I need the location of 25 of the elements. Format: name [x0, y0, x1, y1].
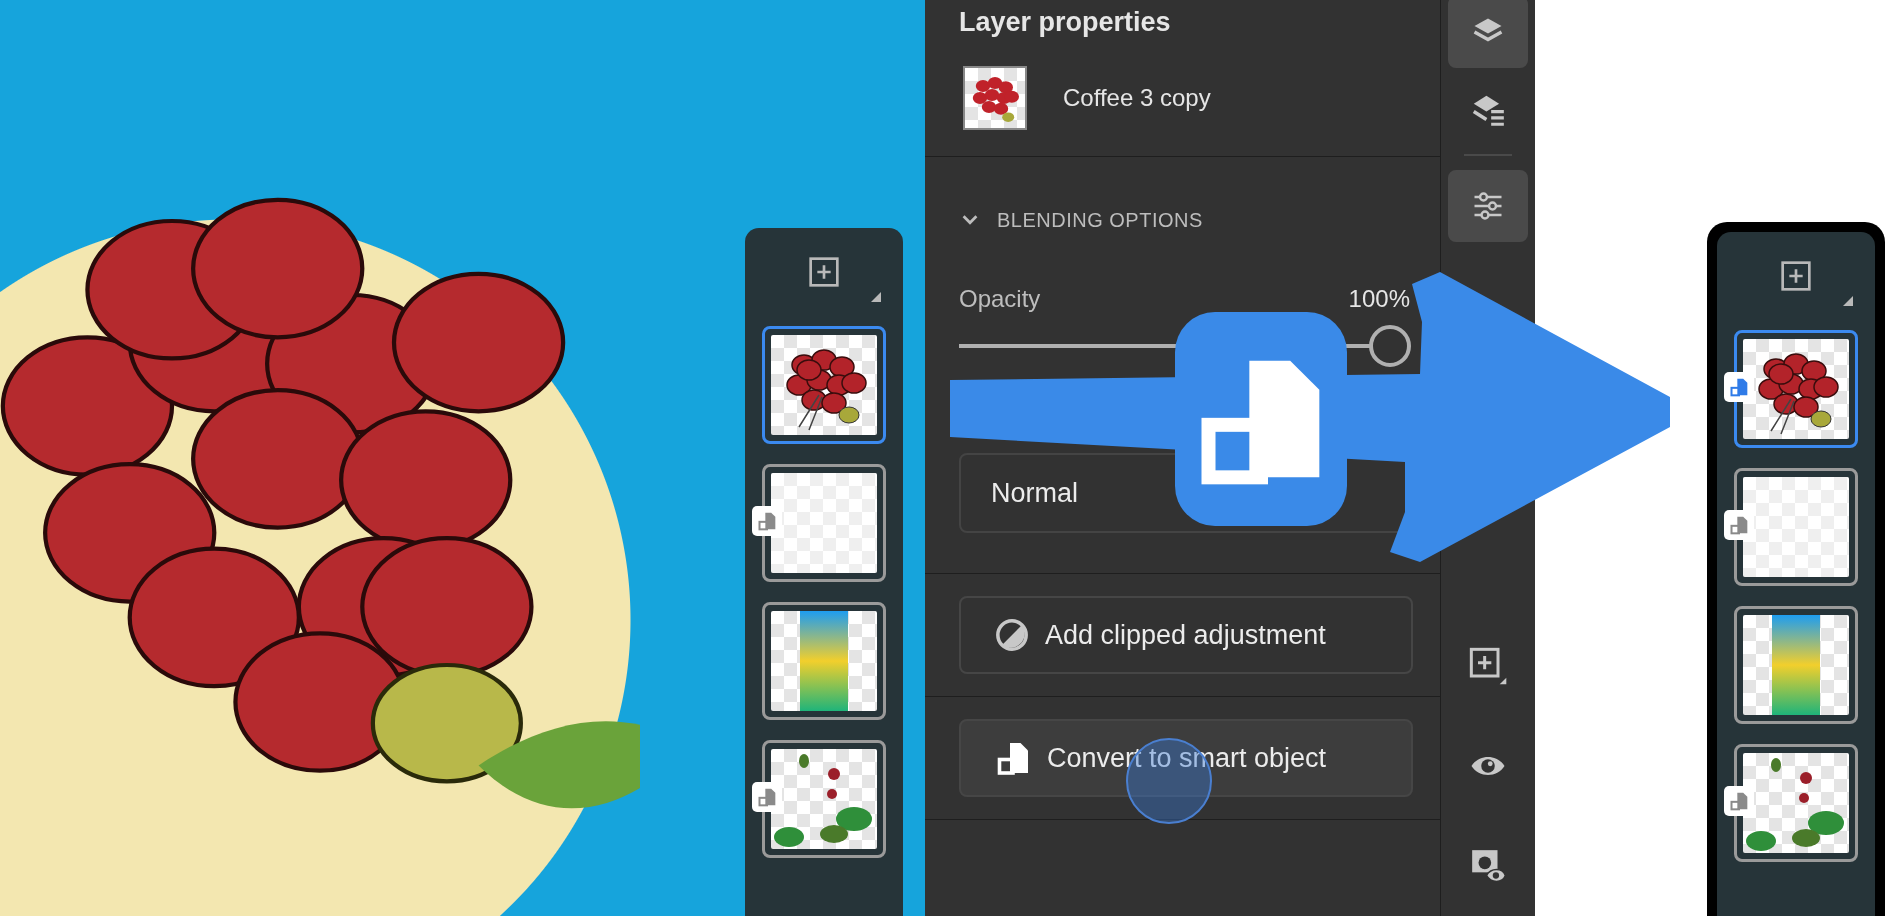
layer-thumbnail[interactable]: [762, 326, 886, 444]
add-icon: [1468, 646, 1508, 686]
layer-thumbnail[interactable]: [1734, 744, 1858, 862]
panel-title: Layer properties: [958, 6, 1172, 39]
layer-thumbnail[interactable]: [1734, 468, 1858, 586]
rail-button[interactable]: [1448, 0, 1528, 68]
slider-thumb[interactable]: [1369, 325, 1411, 367]
layer-thumbnail[interactable]: [1734, 330, 1858, 448]
layer-thumbnail[interactable]: [1734, 606, 1858, 724]
section-header[interactable]: BLENDING OPTIONS: [925, 157, 1440, 235]
add-layer-icon[interactable]: [1780, 260, 1812, 292]
layer-thumbnail[interactable]: [762, 464, 886, 582]
layer-name: Coffee 3 copy: [1063, 83, 1211, 113]
layer-thumbnail[interactable]: [762, 602, 886, 720]
add-adjustment-button[interactable]: Add clipped adjustment: [959, 596, 1413, 674]
layer-thumbnail: [963, 66, 1027, 130]
rail-button[interactable]: [1448, 170, 1528, 242]
add-layer-icon[interactable]: [808, 256, 840, 288]
opacity-label: Opacity: [959, 284, 1041, 314]
smart-object-icon: [995, 740, 1031, 776]
corner-triangle-icon: [871, 292, 881, 302]
opacity-value: 100%: [1348, 284, 1410, 314]
layer-thumbnail[interactable]: [762, 740, 886, 858]
corner-triangle-icon: [1843, 296, 1853, 306]
half-circle-icon: [995, 618, 1029, 652]
